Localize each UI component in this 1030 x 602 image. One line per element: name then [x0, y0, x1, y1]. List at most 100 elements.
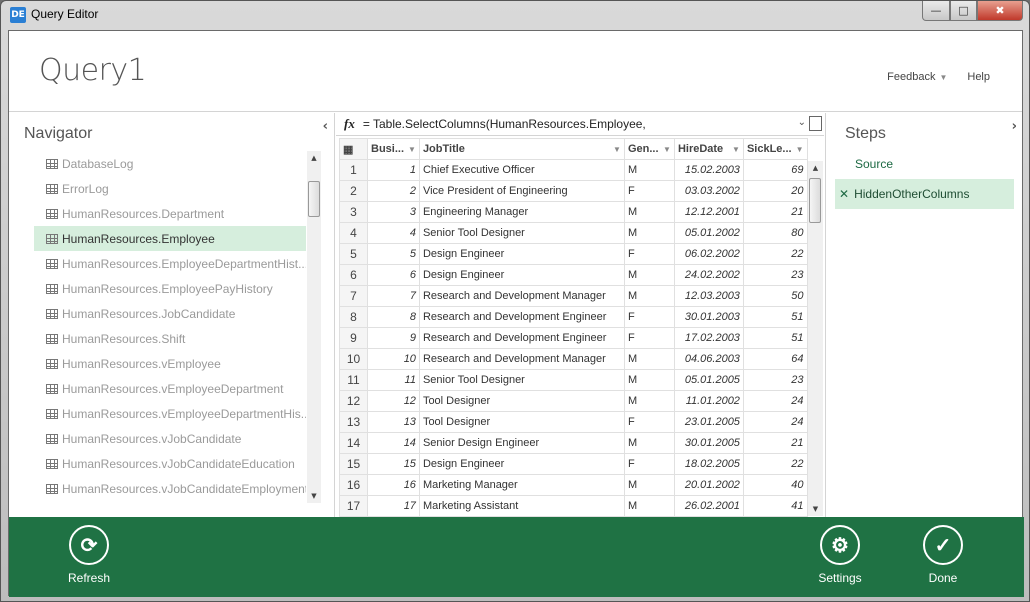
row-number[interactable]: 5: [339, 243, 368, 265]
done-button[interactable]: ✓ Done: [903, 525, 983, 585]
table-cell[interactable]: 5: [367, 243, 420, 265]
table-cell[interactable]: 30.01.2005: [673, 432, 744, 454]
table-cell[interactable]: M: [623, 222, 675, 244]
table-cell[interactable]: 18.02.2005: [673, 453, 744, 475]
grid-scrollbar[interactable]: ▲ ▼: [808, 161, 823, 516]
delete-step-icon[interactable]: ✕: [839, 187, 849, 201]
table-cell[interactable]: 80: [742, 222, 808, 244]
table-cell[interactable]: 13: [367, 411, 420, 433]
navigator-item[interactable]: ErrorLog: [34, 176, 306, 201]
table-cell[interactable]: 16: [367, 474, 420, 496]
maximize-button[interactable]: □: [950, 1, 977, 21]
table-cell[interactable]: Chief Executive Officer: [418, 159, 625, 181]
table-cell[interactable]: 22: [742, 453, 808, 475]
table-cell[interactable]: Research and Development Manager: [418, 285, 625, 307]
table-cell[interactable]: M: [623, 474, 675, 496]
minimize-button[interactable]: —: [922, 1, 950, 21]
title-bar[interactable]: DE Query Editor — □ ✖: [1, 1, 1029, 29]
navigator-item[interactable]: HumanResources.vJobCandidateEducation: [34, 451, 306, 476]
row-number[interactable]: 15: [339, 453, 368, 475]
row-number[interactable]: 10: [339, 348, 368, 370]
table-cell[interactable]: 1: [367, 159, 420, 181]
navigator-item[interactable]: HumanResources.vEmployeeDepartment: [34, 376, 306, 401]
table-cell[interactable]: 05.01.2005: [673, 369, 744, 391]
table-cell[interactable]: 15.02.2003: [673, 159, 744, 181]
navigator-item[interactable]: HumanResources.JobCandidate: [34, 301, 306, 326]
table-cell[interactable]: M: [623, 495, 675, 517]
row-number[interactable]: 11: [339, 369, 368, 391]
table-cell[interactable]: 6: [367, 264, 420, 286]
navigator-item[interactable]: HumanResources.Shift: [34, 326, 306, 351]
table-cell[interactable]: 17.02.2003: [673, 327, 744, 349]
formula-text[interactable]: = Table.SelectColumns(HumanResources.Emp…: [363, 117, 646, 131]
navigator-item[interactable]: DatabaseLog: [34, 151, 306, 176]
row-number[interactable]: 8: [339, 306, 368, 328]
navigator-item[interactable]: HumanResources.vEmployee: [34, 351, 306, 376]
table-cell[interactable]: M: [623, 201, 675, 223]
table-cell[interactable]: 10: [367, 348, 420, 370]
column-header[interactable]: SickLe... ▼: [742, 138, 808, 160]
table-cell[interactable]: M: [623, 285, 675, 307]
table-cell[interactable]: 21: [742, 432, 808, 454]
filter-dropdown-icon[interactable]: ▼: [732, 145, 740, 154]
table-cell[interactable]: Senior Tool Designer: [418, 369, 625, 391]
table-cell[interactable]: 41: [742, 495, 808, 517]
navigator-item[interactable]: HumanResources.EmployeeDepartmentHist...: [34, 251, 306, 276]
navigator-item[interactable]: HumanResources.vEmployeeDepartmentHis...: [34, 401, 306, 426]
table-cell[interactable]: 17: [367, 495, 420, 517]
table-cell[interactable]: 23: [742, 264, 808, 286]
table-cell[interactable]: Research and Development Manager: [418, 348, 625, 370]
column-header[interactable]: HireDate ▼: [673, 138, 744, 160]
row-number[interactable]: 9: [339, 327, 368, 349]
table-cell[interactable]: 12.03.2003: [673, 285, 744, 307]
table-cell[interactable]: 04.06.2003: [673, 348, 744, 370]
navigator-item[interactable]: HumanResources.Employee: [34, 226, 306, 251]
table-cell[interactable]: 50: [742, 285, 808, 307]
table-cell[interactable]: 11: [367, 369, 420, 391]
table-cell[interactable]: Design Engineer: [418, 264, 625, 286]
table-cell[interactable]: 24: [742, 390, 808, 412]
table-cell[interactable]: 40: [742, 474, 808, 496]
table-cell[interactable]: 22: [742, 243, 808, 265]
feedback-menu[interactable]: Feedback ▼: [887, 71, 947, 83]
filter-dropdown-icon[interactable]: ▼: [613, 145, 621, 154]
table-cell[interactable]: Tool Designer: [418, 390, 625, 412]
table-cell[interactable]: 26.02.2001: [673, 495, 744, 517]
table-cell[interactable]: M: [623, 390, 675, 412]
scroll-up-icon[interactable]: ▲: [808, 161, 823, 175]
table-cell[interactable]: 23: [742, 369, 808, 391]
table-cell[interactable]: 69: [742, 159, 808, 181]
table-cell[interactable]: 21: [742, 201, 808, 223]
table-cell[interactable]: 05.01.2002: [673, 222, 744, 244]
scroll-thumb[interactable]: [809, 178, 821, 223]
expand-formula-icon[interactable]: ⌄: [798, 117, 806, 128]
column-header[interactable]: Gen... ▼: [623, 138, 675, 160]
table-cell[interactable]: 20.01.2002: [673, 474, 744, 496]
settings-button[interactable]: ⚙ Settings: [800, 525, 880, 585]
scroll-thumb[interactable]: [308, 181, 320, 217]
table-cell[interactable]: M: [623, 432, 675, 454]
row-number[interactable]: 12: [339, 390, 368, 412]
table-cell[interactable]: 64: [742, 348, 808, 370]
expand-steps-icon[interactable]: ›: [1012, 119, 1017, 134]
table-cell[interactable]: Vice President of Engineering: [418, 180, 625, 202]
table-cell[interactable]: F: [623, 180, 675, 202]
table-cell[interactable]: 7: [367, 285, 420, 307]
table-cell[interactable]: M: [623, 348, 675, 370]
row-number[interactable]: 4: [339, 222, 368, 244]
table-cell[interactable]: F: [623, 243, 675, 265]
table-cell[interactable]: Research and Development Engineer: [418, 327, 625, 349]
table-cell[interactable]: Marketing Manager: [418, 474, 625, 496]
filter-dropdown-icon[interactable]: ▼: [408, 145, 416, 154]
table-cell[interactable]: F: [623, 453, 675, 475]
table-menu-icon[interactable]: ▦: [339, 138, 368, 160]
table-cell[interactable]: M: [623, 264, 675, 286]
filter-dropdown-icon[interactable]: ▼: [796, 145, 804, 154]
table-cell[interactable]: 03.03.2002: [673, 180, 744, 202]
navigator-item[interactable]: HumanResources.vJobCandidate: [34, 426, 306, 451]
filter-dropdown-icon[interactable]: ▼: [663, 145, 671, 154]
table-cell[interactable]: F: [623, 327, 675, 349]
close-button[interactable]: ✖: [977, 1, 1023, 21]
table-cell[interactable]: F: [623, 411, 675, 433]
table-cell[interactable]: Engineering Manager: [418, 201, 625, 223]
